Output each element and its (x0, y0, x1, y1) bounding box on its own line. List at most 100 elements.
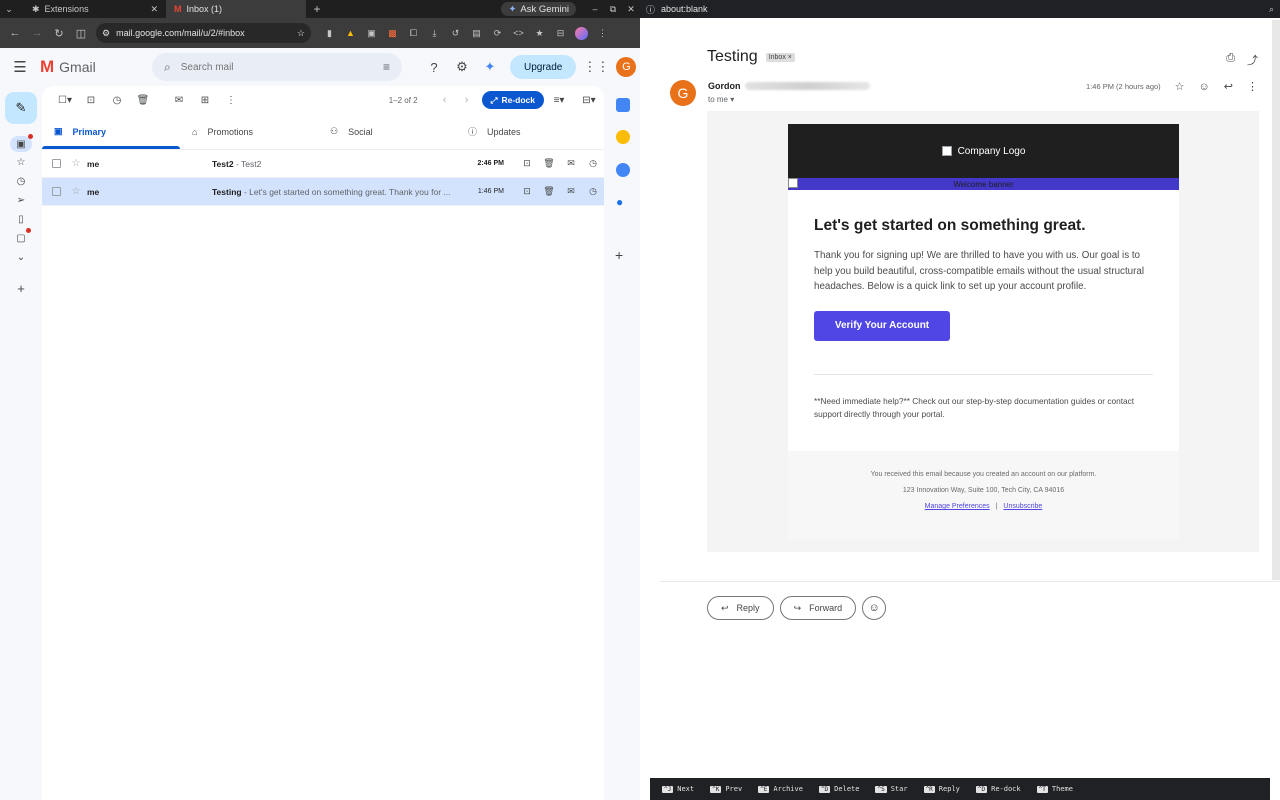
split-pane-icon[interactable]: ⊟▾ (574, 95, 604, 106)
split-view-icon[interactable]: ◫ (70, 22, 92, 44)
gmail-logo[interactable]: M Gmail (40, 57, 152, 77)
shortcut-redock[interactable]: ^D Re-dock (975, 785, 1021, 793)
history-icon[interactable]: ↺ (445, 22, 466, 44)
delete-icon[interactable]: 🗑 (538, 186, 560, 197)
ask-gemini-button[interactable]: ✦ Ask Gemini (501, 2, 576, 16)
devtools-icon[interactable]: <> (508, 22, 529, 44)
address-bar[interactable]: ⚙ mail.google.com/mail/u/2/#inbox ☆ (96, 23, 311, 43)
drafts-nav-icon[interactable]: ▯ (12, 211, 30, 227)
tab-promotions[interactable]: ⌂ Promotions (180, 114, 318, 149)
more-options-icon[interactable]: ⋮ (1247, 80, 1258, 93)
download-icon[interactable]: ⤓ (424, 22, 445, 44)
snooze-icon[interactable]: ◷ (582, 186, 604, 197)
archive-icon[interactable]: ⊡ (516, 158, 538, 169)
main-menu-icon[interactable]: ☰ (0, 58, 40, 76)
reading-list-icon[interactable]: ▤ (466, 22, 487, 44)
tasks-icon[interactable] (616, 163, 630, 177)
scrollbar[interactable] (1272, 20, 1280, 580)
mark-read-icon[interactable]: ✉ (166, 95, 192, 106)
apps-grid-icon[interactable]: ⋮⋮ (583, 55, 609, 79)
archive-icon[interactable]: ⊡ (78, 95, 104, 106)
profile-icon[interactable] (571, 22, 592, 44)
starred-nav-icon[interactable]: ☆ (12, 154, 30, 170)
select-all-checkbox[interactable]: ☐▾ (52, 95, 78, 106)
search-options-icon[interactable]: ≡ (383, 60, 390, 74)
verify-account-button[interactable]: Verify Your Account (814, 310, 950, 341)
upgrade-button[interactable]: Upgrade (510, 55, 577, 79)
zoom-icon[interactable]: ⌕ (1269, 4, 1274, 15)
shortcut-star[interactable]: ^S Star (875, 785, 908, 793)
extension-icon[interactable]: ▣ (361, 22, 382, 44)
star-icon[interactable]: ☆ (65, 186, 87, 197)
more-nav-icon[interactable]: ⌄ (12, 249, 30, 265)
sync-icon[interactable]: ⟳ (487, 22, 508, 44)
search-input[interactable] (180, 61, 373, 73)
keep-icon[interactable] (616, 130, 630, 144)
create-label-icon[interactable]: + (12, 280, 30, 296)
row-checkbox[interactable] (52, 159, 61, 168)
extension-icon[interactable]: ▮ (319, 22, 340, 44)
shortcut-delete[interactable]: ^D Delete (818, 785, 859, 793)
new-tab-button[interactable]: + (306, 2, 328, 16)
drive-extension-icon[interactable]: ▲ (340, 22, 361, 44)
tab-social[interactable]: ⚇ Social (318, 114, 456, 149)
reply-icon[interactable]: ↩ (1224, 80, 1233, 93)
inbox-label-chip[interactable]: Inbox × (765, 52, 795, 62)
inbox-nav-icon[interactable]: ▣ (10, 134, 33, 152)
contacts-icon[interactable]: ● (616, 195, 630, 209)
extensions-puzzle-icon[interactable]: ⧠ (403, 22, 424, 44)
reload-icon[interactable]: ↻ (48, 22, 70, 44)
mark-read-icon[interactable]: ✉ (560, 158, 582, 169)
reply-button[interactable]: ↩ Reply (707, 596, 774, 620)
close-tab-icon[interactable]: ✕ (150, 4, 158, 15)
gemini-icon[interactable]: ✦ (478, 55, 502, 79)
cast-icon[interactable]: ⊟ (550, 22, 571, 44)
email-row[interactable]: ☆ me Test2 - Test2 2:46 PM ⊡ 🗑 ✉ ◷ (42, 150, 604, 178)
extension-icon[interactable]: ▩ (382, 22, 403, 44)
redock-button[interactable]: ⤢ Re-dock (481, 91, 544, 109)
prev-page-icon[interactable]: ‹ (434, 94, 456, 106)
minimize-icon[interactable]: – (586, 4, 604, 14)
unsubscribe-link[interactable]: Unsubscribe (1003, 503, 1042, 510)
restore-icon[interactable]: ⧉ (604, 4, 622, 15)
tab-search-icon[interactable]: ⌄ (0, 0, 18, 18)
delete-icon[interactable]: 🗑 (130, 95, 156, 106)
purchases-nav-icon[interactable]: ▢ (12, 228, 31, 246)
more-actions-icon[interactable]: ⋮ (218, 95, 244, 106)
site-info-icon[interactable]: ⚙ (102, 28, 110, 39)
star-icon[interactable]: ☆ (65, 158, 87, 169)
shortcut-next[interactable]: ^J Next (662, 785, 694, 793)
forward-button[interactable]: ↪ Forward (779, 596, 857, 620)
help-icon[interactable]: ? (422, 55, 446, 79)
next-page-icon[interactable]: › (456, 94, 478, 106)
emoji-react-icon[interactable]: ☺ (1199, 81, 1210, 93)
tab-inbox[interactable]: M Inbox (1) (166, 0, 306, 18)
bookmark-icon[interactable]: ★ (529, 22, 550, 44)
search-icon[interactable]: ⌕ (164, 60, 171, 75)
open-new-window-icon[interactable]: ⤴ (1247, 52, 1258, 68)
page-info-icon[interactable]: ⓘ (646, 3, 655, 16)
recipient-details[interactable]: to me ▾ (708, 95, 734, 104)
close-window-icon[interactable]: ✕ (622, 4, 640, 15)
manage-preferences-link[interactable]: Manage Preferences (925, 503, 990, 510)
emoji-react-button[interactable]: ☺ (862, 596, 887, 620)
tab-extensions[interactable]: ✱ Extensions ✕ (24, 0, 166, 18)
calendar-icon[interactable] (616, 98, 630, 112)
move-to-icon[interactable]: ⊞ (192, 95, 218, 106)
archive-icon[interactable]: ⊡ (516, 186, 538, 197)
shortcut-theme[interactable]: ^T Theme (1036, 785, 1073, 793)
tab-updates[interactable]: ⓘ Updates (456, 114, 594, 149)
tab-primary[interactable]: ▣ Primary (42, 114, 180, 149)
bookmark-star-icon[interactable]: ☆ (297, 28, 305, 39)
mark-unread-icon[interactable]: ✉ (560, 186, 582, 197)
snooze-icon[interactable]: ◷ (104, 95, 130, 106)
back-icon[interactable]: ← (4, 22, 26, 44)
snoozed-nav-icon[interactable]: ◷ (12, 173, 30, 189)
row-checkbox[interactable] (52, 187, 61, 196)
snooze-icon[interactable]: ◷ (582, 158, 604, 169)
density-icon[interactable]: ≡▾ (544, 95, 574, 106)
shortcut-prev[interactable]: ^K Prev (710, 785, 742, 793)
shortcut-reply[interactable]: ^R Reply (923, 785, 960, 793)
sent-nav-icon[interactable]: ➢ (12, 192, 30, 208)
email-row[interactable]: ☆ me Testing - Let's get started on some… (42, 178, 604, 206)
